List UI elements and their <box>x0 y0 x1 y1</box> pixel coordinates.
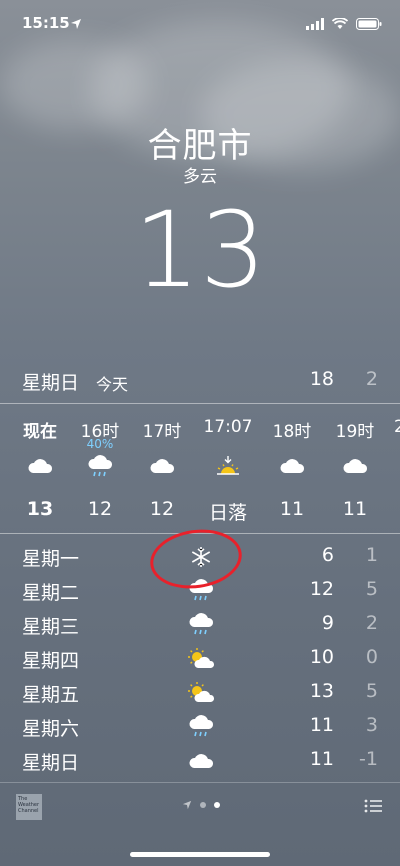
hour-temp: 12 <box>87 498 113 520</box>
daily-row: 星期日 11 -1 <box>22 746 378 780</box>
daily-high: 10 <box>309 646 334 668</box>
signal-icon <box>306 16 324 34</box>
daily-row: 星期六 11 3 <box>22 712 378 746</box>
daily-row: 星期四 10 0 <box>22 644 378 678</box>
page-indicator[interactable] <box>182 800 220 810</box>
cloud-icon <box>28 459 53 473</box>
location-arrow-icon <box>182 800 192 810</box>
background-cloud <box>0 40 150 130</box>
hour-precip: 40% <box>86 437 114 451</box>
today-day: 星期日 <box>22 372 80 394</box>
page-dot-active <box>214 802 220 808</box>
today-high: 18 <box>309 368 334 390</box>
list-icon[interactable] <box>364 798 382 814</box>
partly-sunny-icon <box>188 682 215 702</box>
hour-label: 17时 <box>142 422 182 442</box>
home-indicator[interactable] <box>130 852 270 857</box>
daily-day: 星期日 <box>22 752 80 774</box>
hour-temp: 日落 <box>208 502 247 524</box>
daily-low: 3 <box>365 714 378 736</box>
footer-bar: The Weather Channel <box>0 794 400 824</box>
status-bar: 15:15 <box>22 14 382 36</box>
today-low: 2 <box>365 368 378 390</box>
daily-day: 星期六 <box>22 718 80 740</box>
weather-channel-logo[interactable]: The Weather Channel <box>16 794 42 820</box>
today-summary: 星期日 今天 18 2 <box>22 368 378 394</box>
daily-day: 星期一 <box>22 548 80 570</box>
daily-high: 11 <box>309 714 334 736</box>
current-temperature: 13 <box>133 189 267 311</box>
page-dot <box>200 802 206 808</box>
cloud-icon <box>150 459 175 473</box>
wifi-icon <box>331 16 349 34</box>
cloud-icon <box>280 459 305 473</box>
battery-icon <box>356 16 382 34</box>
city-name: 合肥市 <box>147 126 253 166</box>
cloud-icon <box>343 459 368 473</box>
status-time: 15:15 <box>22 14 70 32</box>
daily-low: 1 <box>365 544 378 566</box>
daily-high: 11 <box>309 748 334 770</box>
daily-row: 星期三 9 2 <box>22 610 378 644</box>
partly-sunny-icon <box>188 648 215 668</box>
hour-temp: 13 <box>26 498 54 520</box>
daily-row: 星期五 13 5 <box>22 678 378 712</box>
daily-high: 9 <box>321 612 334 634</box>
rain-icon <box>189 715 214 737</box>
daily-day: 星期五 <box>22 684 80 706</box>
divider <box>0 782 400 783</box>
today-tag: 今天 <box>96 375 129 394</box>
hour-label: 18时 <box>272 422 312 442</box>
hour-label: 17:07 <box>203 417 253 437</box>
daily-low: -1 <box>359 748 378 770</box>
hour-item-partial: 2 <box>394 417 400 435</box>
sunset-icon <box>217 456 239 475</box>
daily-low: 5 <box>365 578 378 600</box>
daily-day: 星期二 <box>22 582 80 604</box>
rain-icon <box>88 455 113 477</box>
hourly-forecast[interactable]: 现在 13 16时 40% 12 17时 12 17:07 日落 18时 11 … <box>0 405 400 533</box>
daily-low: 5 <box>365 680 378 702</box>
daily-high: 13 <box>309 680 334 702</box>
cloud-icon <box>189 754 214 768</box>
hour-temp: 12 <box>149 498 175 520</box>
hour-label: 19时 <box>335 422 375 442</box>
daily-low: 0 <box>365 646 378 668</box>
rain-icon <box>189 613 214 635</box>
divider <box>0 403 400 404</box>
daily-high: 12 <box>309 578 334 600</box>
hour-temp: 11 <box>279 498 305 520</box>
current-condition: 多云 <box>183 167 217 187</box>
daily-day: 星期四 <box>22 650 80 672</box>
daily-high: 6 <box>321 544 334 566</box>
location-arrow-icon <box>70 16 82 34</box>
hour-temp: 11 <box>342 498 368 520</box>
daily-low: 2 <box>365 612 378 634</box>
daily-day: 星期三 <box>22 616 80 638</box>
hour-label: 现在 <box>23 422 57 442</box>
